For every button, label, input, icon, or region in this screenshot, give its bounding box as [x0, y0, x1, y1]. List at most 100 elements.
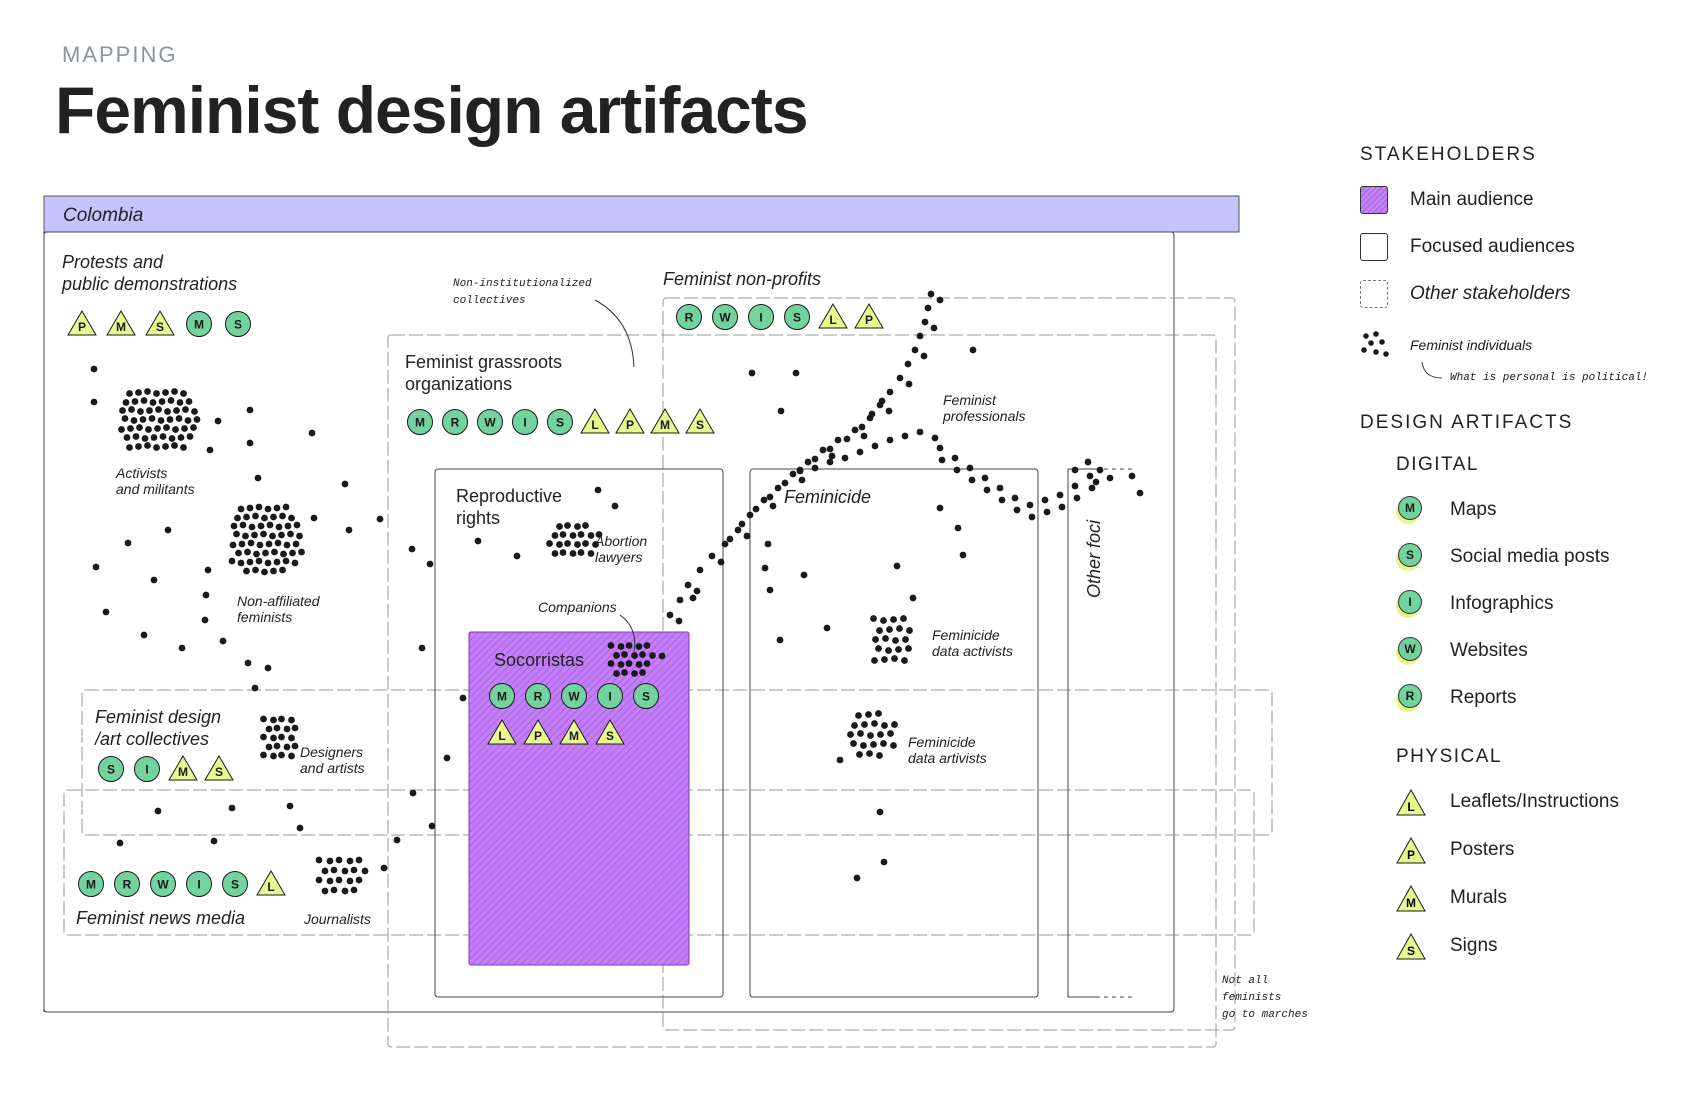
individual-dot: [876, 808, 884, 816]
region-feminicide: [749, 468, 1039, 998]
svg-text:R: R: [451, 416, 460, 430]
individual-dot: [860, 432, 868, 440]
individual-dot: [214, 417, 222, 425]
individual-dot: [834, 436, 842, 444]
digital-badge-r: R: [442, 409, 468, 435]
individual-dot: [880, 858, 888, 866]
individual-dot: [851, 722, 858, 729]
individual-dot: [885, 647, 892, 654]
individual-dot: [639, 669, 646, 676]
label-protests: Protests and public demonstrations: [61, 252, 237, 294]
individual-dot: [180, 444, 187, 451]
main-audience-swatch: [1360, 186, 1388, 214]
individual-dot: [559, 531, 567, 538]
physical-badge-p: P: [67, 310, 97, 336]
individual-dot: [149, 399, 157, 406]
individual-dot: [229, 541, 237, 549]
individual-dot: [587, 532, 595, 539]
individual-dot: [850, 740, 857, 747]
individual-dot: [769, 502, 777, 510]
individual-dot: [244, 548, 251, 556]
individual-dot: [246, 504, 254, 512]
individual-dot: [611, 502, 619, 510]
individual-dot: [872, 636, 879, 643]
individual-dot: [145, 426, 152, 433]
individual-dot: [237, 505, 245, 513]
individual-dot: [743, 532, 751, 540]
individual-dot: [595, 531, 603, 538]
individual-dot: [126, 444, 133, 451]
individual-dot: [559, 549, 567, 556]
individual-dot: [474, 537, 482, 545]
stakeholder-map: Colombia Protests and public demonstratio…: [43, 195, 1308, 1048]
individual-dot: [936, 504, 944, 512]
individual-dot: [860, 742, 867, 749]
individual-dot: [901, 432, 909, 440]
individual-dot: [777, 407, 785, 415]
individual-dot: [870, 741, 877, 748]
individual-dot: [153, 444, 160, 451]
individual-dot: [284, 522, 292, 530]
individual-dot: [607, 660, 615, 667]
svg-text:S: S: [231, 878, 239, 892]
individual-dot: [185, 398, 193, 405]
individual-dot: [275, 523, 283, 531]
individual-dot: [293, 521, 301, 529]
individual-dot: [760, 496, 768, 504]
individual-dot: [157, 417, 165, 424]
individual-dot: [265, 743, 273, 751]
individual-dot: [291, 559, 299, 567]
label-news-media: Feminist news media: [76, 908, 245, 928]
svg-text:I: I: [759, 311, 762, 325]
legend-label: Websites: [1450, 640, 1528, 661]
individual-dot: [181, 425, 188, 432]
individual-dot: [278, 751, 285, 759]
digital-badge-w: W: [477, 409, 503, 435]
svg-text:S: S: [606, 729, 614, 743]
physical-badge-m: M: [106, 310, 136, 336]
individual-dot: [564, 540, 571, 547]
individual-dot: [228, 557, 236, 565]
country-label: Colombia: [63, 205, 143, 226]
individual-dot: [273, 742, 281, 750]
individual-dot: [901, 657, 908, 664]
legend-individuals: Feminist individuals: [1360, 330, 1532, 360]
individual-dot: [981, 474, 989, 482]
individual-dot: [886, 626, 893, 633]
individual-dot: [279, 512, 286, 520]
individual-dot: [341, 480, 349, 488]
individual-dot: [828, 452, 836, 460]
individual-dot: [252, 566, 259, 574]
individual-dot: [643, 642, 651, 649]
individual-dot: [916, 332, 924, 340]
legend-individuals-note: What is personal is political!: [1450, 372, 1649, 384]
individual-dot: [158, 398, 166, 405]
individual-dot: [90, 365, 98, 373]
individual-dot: [330, 886, 338, 894]
individual-dot: [141, 435, 149, 442]
individual-dot: [261, 514, 268, 522]
individual-dot: [264, 505, 272, 513]
legend-artifact-reports: R Reports: [1396, 684, 1517, 712]
individual-dot: [289, 549, 296, 557]
digital-badge-i: I: [748, 304, 774, 330]
individual-dot: [251, 531, 258, 539]
svg-text:W: W: [719, 311, 731, 325]
legend-focused-audiences: Focused audiences: [1360, 233, 1575, 261]
individual-dot: [130, 417, 138, 424]
individual-dot: [175, 415, 183, 422]
individual-dot: [254, 474, 262, 482]
note-non-affiliated: Non-affiliated feminists: [237, 593, 321, 625]
physical-badge-p: P: [854, 303, 884, 329]
individual-dot: [247, 539, 255, 547]
svg-text:S: S: [215, 765, 223, 779]
individual-dot: [556, 523, 563, 530]
individual-dot: [905, 380, 913, 388]
individual-dot: [278, 733, 285, 741]
individual-dot: [270, 734, 277, 742]
svg-text:P: P: [626, 418, 634, 432]
individual-dot: [847, 731, 854, 738]
individual-dot: [969, 346, 977, 354]
individual-dot: [792, 369, 800, 377]
individual-dot: [418, 644, 426, 652]
